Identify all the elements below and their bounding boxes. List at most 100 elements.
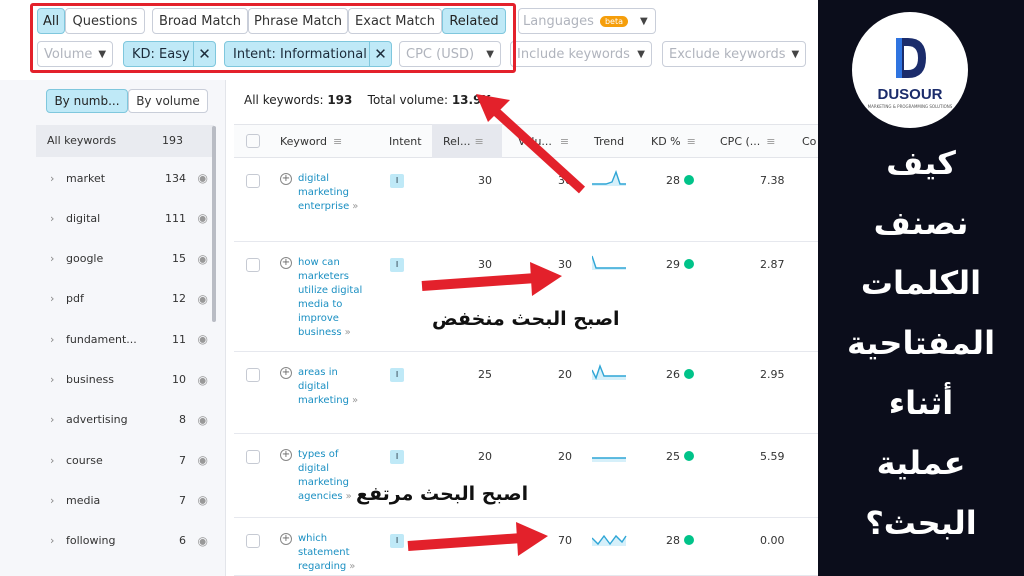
keyword-link[interactable]: + which statement regarding» [280, 532, 370, 574]
sidebar-item[interactable]: › google 15 ◉ [50, 249, 210, 269]
volume-value: 20 [558, 368, 572, 381]
brand-panel: DUSOUR MARKETING & PROGRAMMING SOLUTIONS… [818, 0, 1024, 576]
add-keyword-icon[interactable]: + [280, 533, 292, 545]
sidebar-item-label: media [66, 493, 101, 507]
chevron-right-icon: › [50, 211, 55, 225]
eye-icon[interactable]: ◉ [198, 413, 208, 427]
sidebar-item-count: 6 [179, 534, 186, 548]
chevrons-right-icon[interactable]: » [349, 561, 355, 572]
brand-name: DUSOUR [877, 86, 943, 103]
sidebar-item[interactable]: › business 10 ◉ [50, 370, 210, 390]
eye-icon[interactable]: ◉ [198, 453, 208, 467]
row-checkbox[interactable] [246, 450, 260, 464]
eye-icon[interactable]: ◉ [198, 534, 208, 548]
chevron-right-icon: › [50, 373, 55, 386]
sidebar-item[interactable]: › fundament... 11 ◉ [50, 329, 210, 349]
keywords-summary: All keywords: 193 Total volume: 13.9K [244, 93, 491, 107]
sidebar-item[interactable]: › course 7 ◉ [50, 450, 210, 470]
eye-icon[interactable]: ◉ [198, 332, 208, 346]
intent-badge: I [390, 450, 404, 464]
table-row[interactable]: + areas in digital marketing» I 25 20 26 2.95 [234, 352, 818, 434]
sidebar-scrollbar[interactable] [212, 126, 216, 322]
row-checkbox[interactable] [246, 368, 260, 382]
brand-title-line: المفتاحية [846, 324, 996, 362]
kd-difficulty-dot [684, 369, 694, 379]
sidebar-item[interactable]: › market 134 ◉ [50, 168, 210, 188]
by-number-button[interactable]: By numb... [46, 89, 128, 113]
add-keyword-icon[interactable]: + [280, 173, 292, 185]
intent-badge: I [390, 258, 404, 272]
chevrons-right-icon[interactable]: » [346, 491, 352, 502]
eye-icon[interactable]: ◉ [198, 211, 208, 225]
eye-icon[interactable]: ◉ [198, 373, 208, 387]
all-keywords-count: 193 [162, 133, 183, 147]
dusour-logo-icon [896, 38, 926, 78]
brand-title-line: البحث؟ [865, 504, 977, 542]
keyword-link[interactable]: + how can marketers utilize digital media… [280, 256, 370, 340]
languages-label: Languages [523, 13, 594, 29]
select-all-checkbox[interactable] [246, 134, 260, 148]
brand-logo-circle: DUSOUR MARKETING & PROGRAMMING SOLUTIONS [852, 12, 968, 128]
high-volume-annotation: اصبح البحث مرتفع [356, 483, 529, 505]
sidebar-item-label: google [66, 252, 104, 266]
chevrons-right-icon[interactable]: » [352, 395, 358, 406]
kd-difficulty-dot [684, 259, 694, 269]
add-keyword-icon[interactable]: + [280, 449, 292, 461]
keyword-tool-window: All Questions Broad Match Phrase Match E… [0, 0, 818, 576]
sidebar-item-count: 11 [172, 332, 186, 346]
languages-dropdown[interactable]: Languages beta ▼ [518, 8, 656, 34]
sidebar-item[interactable]: › digital 111 ◉ [50, 208, 210, 228]
sidebar-item-label: course [66, 453, 103, 467]
include-keywords-dropdown[interactable]: Include keywords ▼ [510, 41, 652, 67]
header-keyword[interactable]: Keyword ≡ [280, 124, 342, 158]
keyword-link[interactable]: + areas in digital marketing» [280, 366, 370, 408]
cpc-value: 7.38 [760, 174, 785, 187]
eye-icon[interactable]: ◉ [198, 171, 208, 185]
exclude-keywords-dropdown[interactable]: Exclude keywords ▼ [662, 41, 806, 67]
cpc-value: 5.59 [760, 450, 785, 463]
row-checkbox[interactable] [246, 258, 260, 272]
chevron-down-icon: ▼ [637, 48, 645, 60]
header-cpc[interactable]: CPC (... ≡ [720, 124, 776, 158]
exclude-keywords-label: Exclude keywords [669, 46, 786, 62]
brand-title-line: عملية [876, 444, 966, 482]
sidebar-item[interactable]: › media 7 ◉ [50, 490, 210, 510]
trend-sparkline [592, 364, 626, 380]
add-keyword-icon[interactable]: + [280, 367, 292, 379]
sidebar-item-count: 7 [179, 453, 186, 467]
header-intent[interactable]: Intent [389, 124, 422, 158]
sidebar-item[interactable]: › following 6 ◉ [50, 531, 210, 551]
sidebar-item-label: pdf [66, 292, 84, 306]
sidebar-item-label: digital [66, 211, 101, 225]
chevrons-right-icon[interactable]: » [352, 201, 358, 212]
cpc-value: 2.95 [760, 368, 785, 381]
sidebar-item[interactable]: › pdf 12 ◉ [50, 289, 210, 309]
header-trend[interactable]: Trend [594, 124, 624, 158]
trend-sparkline [592, 457, 626, 462]
eye-icon[interactable]: ◉ [198, 292, 208, 306]
table-row[interactable]: + types of digital marketing agencies» I 20… [234, 434, 818, 518]
cpc-value: 0.00 [760, 534, 785, 547]
row-checkbox[interactable] [246, 174, 260, 188]
sidebar-item-count: 12 [172, 292, 186, 306]
header-competition[interactable]: Co [802, 124, 816, 158]
header-kd[interactable]: KD % ≡ [651, 124, 696, 158]
add-keyword-icon[interactable]: + [280, 257, 292, 269]
chevrons-right-icon[interactable]: » [345, 327, 351, 338]
sidebar-item[interactable]: › advertising 8 ◉ [50, 410, 210, 430]
kd-value: 26 [666, 368, 694, 381]
row-checkbox[interactable] [246, 534, 260, 548]
all-keywords-summary-label: All keywords: [244, 93, 324, 107]
kd-value: 29 [666, 258, 694, 271]
eye-icon[interactable]: ◉ [198, 493, 208, 507]
all-keywords-item[interactable]: All keywords 193 [47, 130, 207, 150]
keyword-link[interactable]: + digital marketing enterprise» [280, 172, 370, 214]
eye-icon[interactable]: ◉ [198, 252, 208, 266]
sidebar-item-count: 15 [172, 252, 186, 266]
by-volume-button[interactable]: By volume [128, 89, 208, 113]
sort-icon: ≡ [332, 134, 343, 148]
cpc-value: 2.87 [760, 258, 785, 271]
arrow-to-high-volume [407, 522, 548, 556]
chevron-right-icon: › [50, 292, 55, 306]
chevron-down-icon: ▼ [791, 48, 800, 60]
